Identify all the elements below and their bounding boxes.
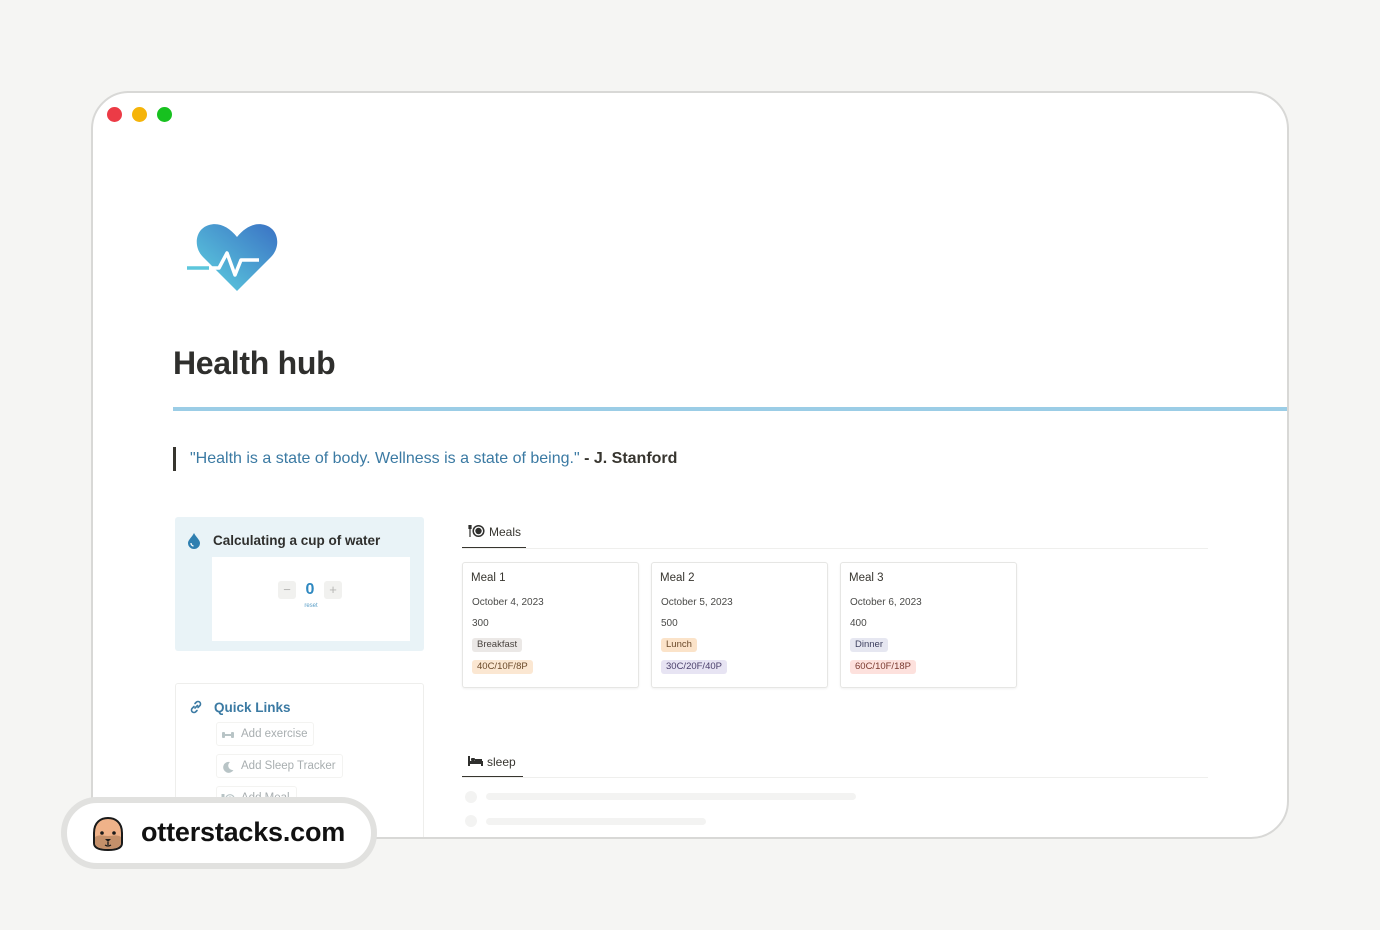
tab-sleep[interactable]: sleep <box>468 752 516 772</box>
dumbbell-icon <box>221 727 235 741</box>
decrement-button[interactable]: − <box>278 581 296 599</box>
watermark-badge: otterstacks.com <box>61 797 377 869</box>
accent-divider <box>173 407 1287 411</box>
meal-name: Meal 1 <box>471 572 506 584</box>
meal-date: October 4, 2023 <box>472 597 544 608</box>
meal-macros-tag: 40C/10F/8P <box>472 660 533 674</box>
maximize-window-button[interactable] <box>157 107 172 122</box>
water-counter: − 0 + <box>278 581 342 599</box>
tab-meals[interactable]: Meals <box>468 522 521 542</box>
meal-calories: 500 <box>661 618 678 629</box>
moon-icon <box>221 759 235 773</box>
meal-type-tag: Breakfast <box>472 638 523 652</box>
increment-button[interactable]: + <box>324 581 342 599</box>
add-exercise-label: Add exercise <box>241 728 308 740</box>
meal-calories: 300 <box>472 618 489 629</box>
otter-avatar-icon <box>89 815 127 853</box>
meal-date: October 5, 2023 <box>661 597 733 608</box>
tab-sleep-label: sleep <box>487 755 516 769</box>
loading-placeholder <box>486 793 856 800</box>
tab-divider <box>462 777 1208 778</box>
watermark-text: otterstacks.com <box>141 817 346 847</box>
add-sleep-tracker-label: Add Sleep Tracker <box>241 760 336 772</box>
page-title: Health hub <box>173 345 336 381</box>
meal-card[interactable]: Meal 3 October 6, 2023 400 Dinner 60C/10… <box>840 562 1017 688</box>
water-counter-widget: − 0 + reset <box>212 557 410 641</box>
minimize-window-button[interactable] <box>132 107 147 122</box>
close-window-button[interactable] <box>107 107 122 122</box>
bed-icon <box>468 755 483 770</box>
meal-name: Meal 3 <box>849 572 884 584</box>
meal-card[interactable]: Meal 2 October 5, 2023 500 Lunch 30C/20F… <box>651 562 828 688</box>
quote-block: "Health is a state of body. Wellness is … <box>173 447 677 471</box>
loading-placeholder <box>465 791 477 803</box>
reset-link[interactable]: reset <box>298 603 324 609</box>
link-icon <box>188 699 204 715</box>
tab-meals-label: Meals <box>489 525 522 539</box>
quote-author: - J. Stanford <box>579 450 678 467</box>
meal-type-tag: Lunch <box>661 638 697 652</box>
heartbeat-icon[interactable] <box>185 217 281 293</box>
window-controls <box>107 107 172 122</box>
app-window: Health hub "Health is a state of body. W… <box>91 91 1289 839</box>
meal-date: October 6, 2023 <box>850 597 922 608</box>
counter-value: 0 <box>305 581 315 598</box>
water-callout: Calculating a cup of water − 0 + reset <box>175 517 424 651</box>
tab-divider <box>462 548 1208 549</box>
loading-placeholder <box>465 815 477 827</box>
meal-macros-tag: 30C/20F/40P <box>661 660 727 674</box>
water-drop-icon <box>187 532 201 549</box>
water-callout-title: Calculating a cup of water <box>213 533 381 548</box>
quick-links-title: Quick Links <box>214 700 291 715</box>
add-sleep-tracker-link[interactable]: Add Sleep Tracker <box>216 754 343 778</box>
meal-type-tag: Dinner <box>850 638 888 652</box>
loading-placeholder <box>486 818 706 825</box>
meal-card[interactable]: Meal 1 October 4, 2023 300 Breakfast 40C… <box>462 562 639 688</box>
add-exercise-link[interactable]: Add exercise <box>216 722 315 746</box>
meal-macros-tag: 60C/10F/18P <box>850 660 916 674</box>
fork-plate-icon <box>468 524 485 541</box>
meal-calories: 400 <box>850 618 867 629</box>
quote-text: "Health is a state of body. Wellness is … <box>190 450 580 467</box>
meal-name: Meal 2 <box>660 572 695 584</box>
